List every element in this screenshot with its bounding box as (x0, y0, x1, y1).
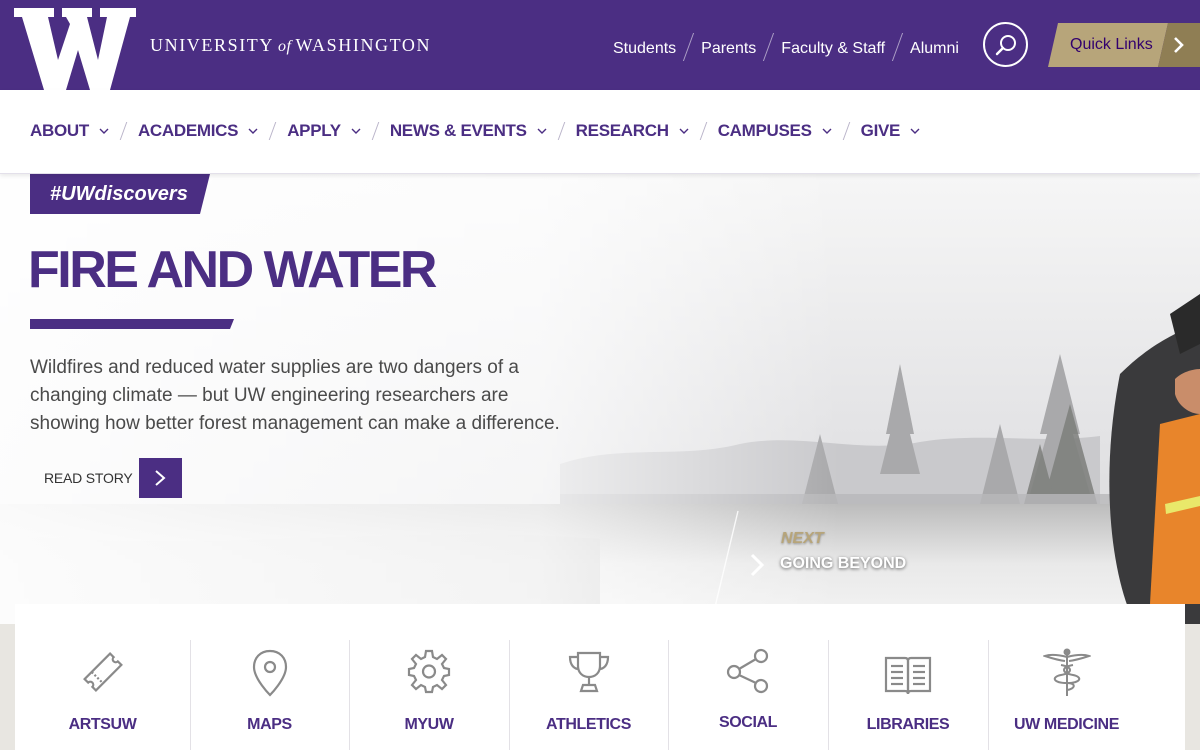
audience-link-parents[interactable]: Parents (701, 40, 756, 58)
wordmark-washington: WASHINGTON (295, 35, 432, 55)
tile-label: ARTSUW (68, 716, 137, 733)
nav-divider (557, 122, 565, 140)
nav-label: ACADEMICS (137, 121, 239, 140)
tile-myuw[interactable]: MYUW (349, 604, 509, 750)
chevron-down-icon (537, 128, 547, 134)
audience-link-faculty-staff[interactable]: Faculty & Staff (781, 40, 885, 58)
hero-banner: #UWdiscovers FIRE AND WATER Wildfires an… (0, 174, 1200, 624)
nav-divider (119, 122, 128, 140)
top-header: UNIVERSITY of WASHINGTON Students Parents … (0, 0, 1200, 90)
chevron-down-icon (822, 128, 832, 134)
headline-underline (30, 319, 234, 329)
chevron-right-icon (1174, 37, 1184, 53)
gear-icon (407, 649, 451, 694)
chevron-down-icon (679, 128, 689, 134)
tile-uw-medicine[interactable]: UW MEDICINE (988, 604, 1145, 750)
nav-item-campuses[interactable]: CAMPUSES (718, 121, 832, 141)
nav-divider (842, 122, 850, 140)
share-icon (726, 648, 769, 694)
tile-label: UW MEDICINE (1014, 716, 1119, 733)
tile-label: LIBRARIES (866, 716, 950, 733)
wordmark-of: of (278, 38, 292, 55)
ticket-icon (82, 652, 123, 692)
nav-label: GIVE (860, 121, 901, 140)
tile-label: SOCIAL (718, 714, 778, 731)
nav-item-news-events[interactable]: NEWS & EVENTS (390, 121, 547, 141)
chevron-down-icon (910, 128, 920, 134)
tile-label: MYUW (404, 716, 454, 733)
nav-item-give[interactable]: GIVE (861, 121, 920, 141)
search-icon (995, 35, 1016, 56)
next-slide-divider (714, 510, 739, 608)
nav-divider (699, 122, 707, 140)
chevron-down-icon (351, 128, 361, 134)
audience-link-alumni[interactable]: Alumni (910, 40, 959, 58)
nav-label: APPLY (287, 121, 341, 140)
hashtag-text: #UWdiscovers (50, 183, 188, 205)
nav-label: NEWS & EVENTS (389, 121, 527, 140)
book-icon (884, 656, 932, 695)
chevron-down-icon (248, 128, 258, 134)
quick-access-tiles: ARTSUW MAPS MYUW ATHLETICS SOCIAL LIBRAR… (15, 604, 1185, 750)
nav-divider (371, 122, 380, 140)
chevron-right-icon[interactable] (748, 552, 766, 578)
map-pin-icon (252, 649, 287, 697)
tile-label: ATHLETICS (546, 716, 631, 733)
nav-item-about[interactable]: ABOUT (30, 121, 109, 141)
read-story-link[interactable]: READ STORY (44, 470, 133, 486)
nav-item-research[interactable]: RESEARCH (576, 121, 689, 141)
audience-divider (891, 33, 904, 61)
tile-libraries[interactable]: LIBRARIES (828, 604, 988, 750)
trophy-icon (568, 651, 609, 693)
tile-label: MAPS (247, 716, 292, 733)
hero-headline: FIRE AND WATER (28, 241, 437, 299)
quick-links-button[interactable]: Quick Links (1048, 23, 1200, 67)
caduceus-icon (1042, 648, 1091, 696)
audience-divider (683, 33, 695, 61)
read-story-button[interactable] (139, 458, 182, 498)
next-slide-title[interactable]: GOING BEYOND (780, 555, 906, 573)
tile-athletics[interactable]: ATHLETICS (509, 604, 668, 750)
nav-item-academics[interactable]: ACADEMICS (138, 121, 258, 141)
nav-label: RESEARCH (575, 121, 669, 140)
uw-logo[interactable] (14, 8, 136, 90)
quick-links-label: Quick Links (1070, 36, 1153, 53)
tile-maps[interactable]: MAPS (190, 604, 349, 750)
hashtag-badge[interactable]: #UWdiscovers (30, 174, 210, 214)
tile-social[interactable]: SOCIAL (668, 604, 828, 750)
nav-item-apply[interactable]: APPLY (287, 121, 361, 141)
university-wordmark[interactable]: UNIVERSITY of WASHINGTON (150, 35, 431, 56)
hero-summary: Wildfires and reduced water supplies are… (30, 357, 560, 434)
nav-label: ABOUT (30, 121, 89, 140)
nav-divider (268, 122, 277, 140)
tile-artsuw[interactable]: ARTSUW (15, 604, 190, 750)
wordmark-university: UNIVERSITY (150, 35, 274, 55)
audience-divider (763, 33, 775, 61)
chevron-right-icon (155, 470, 166, 486)
search-button[interactable] (983, 22, 1028, 67)
audience-links: Students Parents Faculty & Staff Alumni (613, 33, 959, 63)
chevron-down-icon (99, 128, 109, 134)
nav-label: CAMPUSES (717, 121, 812, 140)
next-slide-label[interactable]: NEXT (781, 530, 824, 548)
audience-link-students[interactable]: Students (613, 40, 676, 58)
main-navigation: ABOUT ACADEMICS APPLY NEWS & EVENTS RESE… (0, 90, 1200, 174)
